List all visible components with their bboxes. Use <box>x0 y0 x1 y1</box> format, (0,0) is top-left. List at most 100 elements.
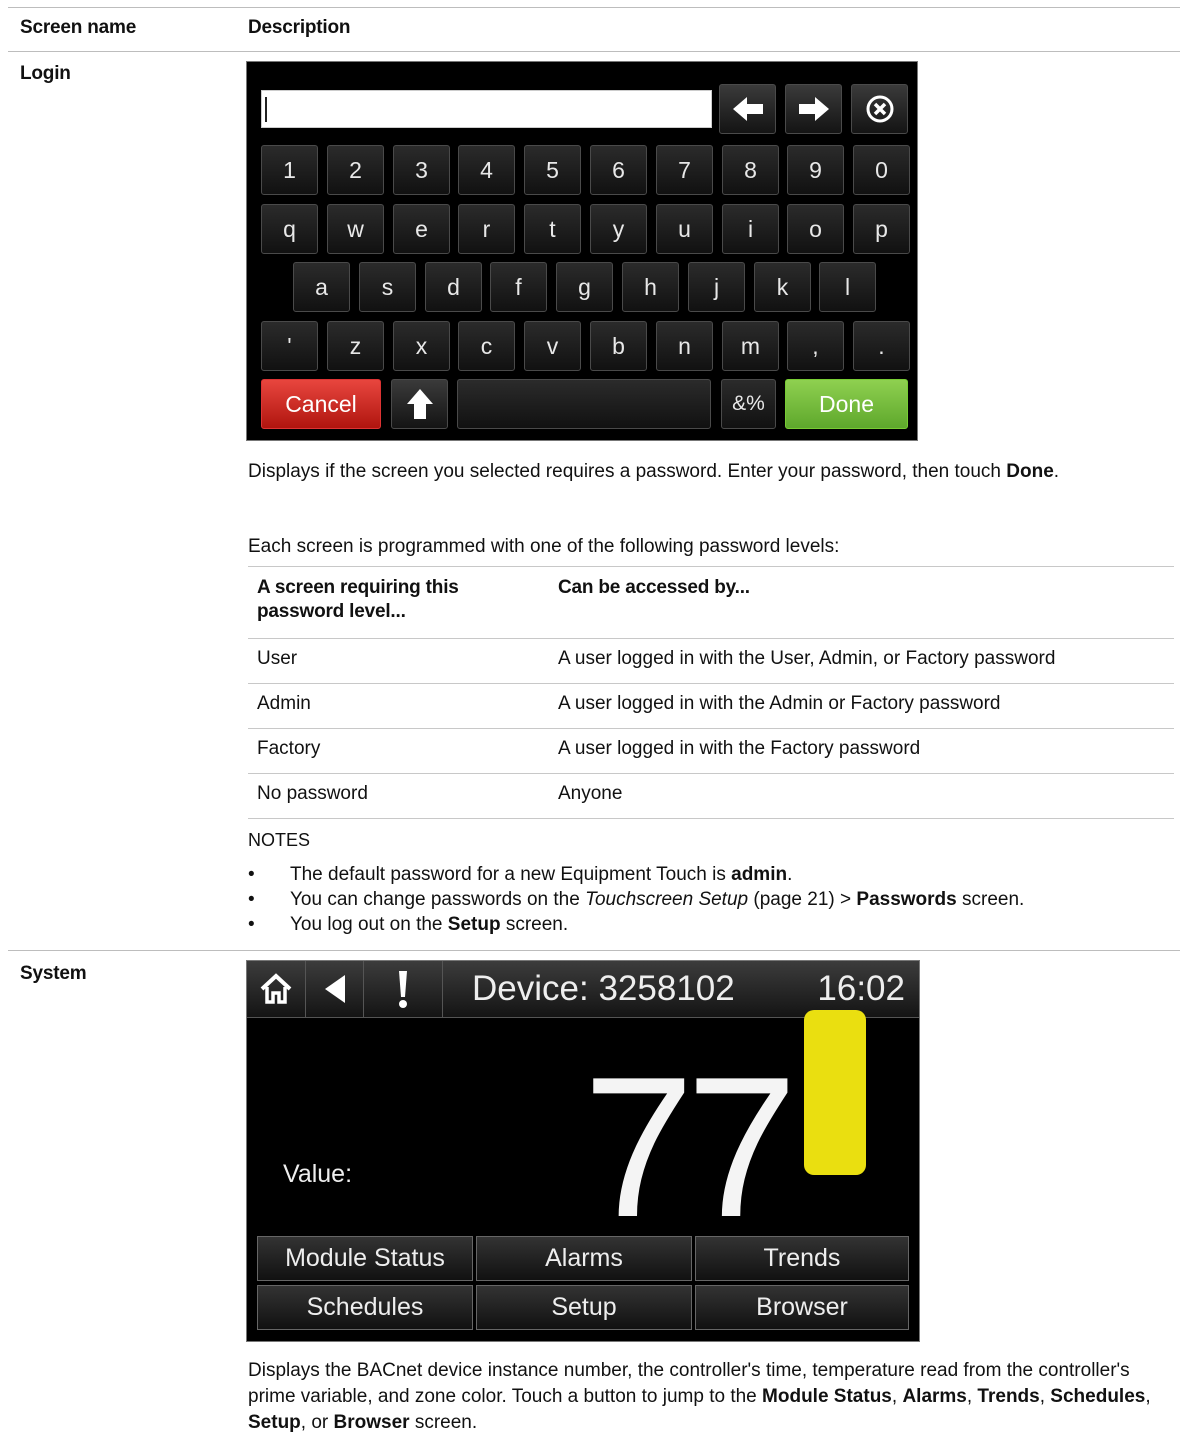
term-module-status: Module Status <box>762 1386 892 1407</box>
key-z-7[interactable]: m <box>722 321 779 371</box>
key-a-5[interactable]: h <box>622 262 679 312</box>
note-end: screen. <box>500 914 569 935</box>
key-numbers-8[interactable]: 9 <box>787 145 844 195</box>
term-setup: Setup <box>248 1412 301 1433</box>
note-text: You can change passwords on the <box>290 889 586 910</box>
alarm-button[interactable] <box>363 961 443 1017</box>
key-z-8[interactable]: , <box>787 321 844 371</box>
key-z-4[interactable]: v <box>524 321 581 371</box>
key-a-6[interactable]: j <box>688 262 745 312</box>
key-q-6[interactable]: u <box>656 204 713 254</box>
back-button[interactable] <box>305 961 364 1017</box>
login-desc-end: . <box>1053 461 1060 482</box>
device-label: Device: <box>472 969 589 1008</box>
levels-row-rule <box>248 683 1174 684</box>
notes-list: The default password for a new Equipment… <box>248 862 1024 937</box>
key-numbers-3[interactable]: 4 <box>458 145 515 195</box>
text-caret <box>265 97 267 122</box>
trends-button[interactable]: Trends <box>695 1236 909 1281</box>
key-z-3[interactable]: c <box>458 321 515 371</box>
key-q-7[interactable]: i <box>722 204 779 254</box>
temperature-value: 77 <box>583 1036 797 1259</box>
note-text: The default password for a new Equipment… <box>290 864 732 885</box>
key-q-5[interactable]: y <box>590 204 647 254</box>
system-screen-screenshot: Device: 3258102 16:02 Value: 77 Module S… <box>246 960 920 1342</box>
note-bold: Setup <box>447 914 501 935</box>
arrow-left-key[interactable] <box>719 84 776 134</box>
key-q-3[interactable]: r <box>458 204 515 254</box>
browser-button[interactable]: Browser <box>695 1285 909 1330</box>
schedules-button[interactable]: Schedules <box>257 1285 473 1330</box>
key-a-8[interactable]: l <box>819 262 876 312</box>
space-key[interactable] <box>457 379 711 429</box>
key-z-9[interactable]: . <box>853 321 910 371</box>
key-a-3[interactable]: f <box>490 262 547 312</box>
device-readout: Device: 3258102 <box>472 969 735 1009</box>
symbols-key[interactable]: &% <box>721 379 776 429</box>
key-numbers-4[interactable]: 5 <box>524 145 581 195</box>
zone-color-indicator <box>804 1010 866 1175</box>
key-z-1[interactable]: z <box>327 321 384 371</box>
alarms-button[interactable]: Alarms <box>476 1236 692 1281</box>
levels-header-access: Can be accessed by... <box>558 577 750 598</box>
login-keypad-screenshot: 1 2 3 4 5 6 7 8 9 0 q w e r t y u i o p a s d f g h j k l ' z x c v b n m,. … <box>246 61 918 441</box>
key-q-8[interactable]: o <box>787 204 844 254</box>
term-schedules: Schedules <box>1050 1386 1146 1407</box>
home-icon <box>260 973 292 1004</box>
key-numbers-1[interactable]: 2 <box>327 145 384 195</box>
key-a-0[interactable]: a <box>293 262 350 312</box>
sep: , <box>891 1386 903 1407</box>
cancel-key[interactable]: Cancel <box>261 379 381 429</box>
home-button[interactable] <box>247 961 306 1017</box>
exclamation-icon <box>398 971 407 1008</box>
value-label: Value: <box>283 1160 353 1188</box>
shift-key[interactable] <box>391 379 448 429</box>
level-name: User <box>257 648 298 669</box>
arrow-right-key[interactable] <box>785 84 842 134</box>
note-mid: (page 21) > <box>748 889 857 910</box>
key-q-4[interactable]: t <box>524 204 581 254</box>
key-z-2[interactable]: x <box>393 321 450 371</box>
done-key[interactable]: Done <box>785 379 908 429</box>
key-numbers-7[interactable]: 8 <box>722 145 779 195</box>
note-item: You log out on the Setup screen. <box>248 912 1024 937</box>
key-numbers-0[interactable]: 1 <box>261 145 318 195</box>
term-alarms: Alarms <box>902 1386 967 1407</box>
key-numbers-9[interactable]: 0 <box>853 145 910 195</box>
row-separator <box>8 950 1180 951</box>
key-a-1[interactable]: s <box>359 262 416 312</box>
key-z-5[interactable]: b <box>590 321 647 371</box>
key-a-2[interactable]: d <box>425 262 482 312</box>
sep: , or <box>300 1412 334 1433</box>
key-numbers-6[interactable]: 7 <box>656 145 713 195</box>
key-numbers-2[interactable]: 3 <box>393 145 450 195</box>
key-q-2[interactable]: e <box>393 204 450 254</box>
arrow-left-icon <box>732 97 763 121</box>
system-description: Displays the BACnet device instance numb… <box>248 1358 1168 1436</box>
key-z-6[interactable]: n <box>656 321 713 371</box>
level-name: No password <box>257 783 368 804</box>
module-status-button[interactable]: Module Status <box>257 1236 473 1281</box>
key-z-0[interactable]: ' <box>261 321 318 371</box>
key-q-1[interactable]: w <box>327 204 384 254</box>
setup-button[interactable]: Setup <box>476 1285 692 1330</box>
clock-time: 16:02 <box>817 969 905 1008</box>
touchscreen-setup-link[interactable]: Touchscreen Setup <box>585 889 748 910</box>
password-input[interactable] <box>261 90 712 128</box>
level-access: Anyone <box>558 783 623 804</box>
sep: , <box>1039 1386 1051 1407</box>
key-q-0[interactable]: q <box>261 204 318 254</box>
arrow-right-icon <box>798 97 829 121</box>
clear-key[interactable] <box>851 84 908 134</box>
note-bold: Passwords <box>856 889 957 910</box>
note-end: . <box>787 864 793 885</box>
login-desc-text: Displays if the screen you selected requ… <box>248 461 1007 482</box>
key-numbers-5[interactable]: 6 <box>590 145 647 195</box>
key-q-9[interactable]: p <box>853 204 910 254</box>
notes-label: NOTES <box>248 830 311 850</box>
levels-row-rule <box>248 728 1174 729</box>
sep: , <box>1145 1386 1151 1407</box>
key-a-4[interactable]: g <box>556 262 613 312</box>
key-a-7[interactable]: k <box>754 262 811 312</box>
levels-table-bottom <box>248 818 1174 819</box>
